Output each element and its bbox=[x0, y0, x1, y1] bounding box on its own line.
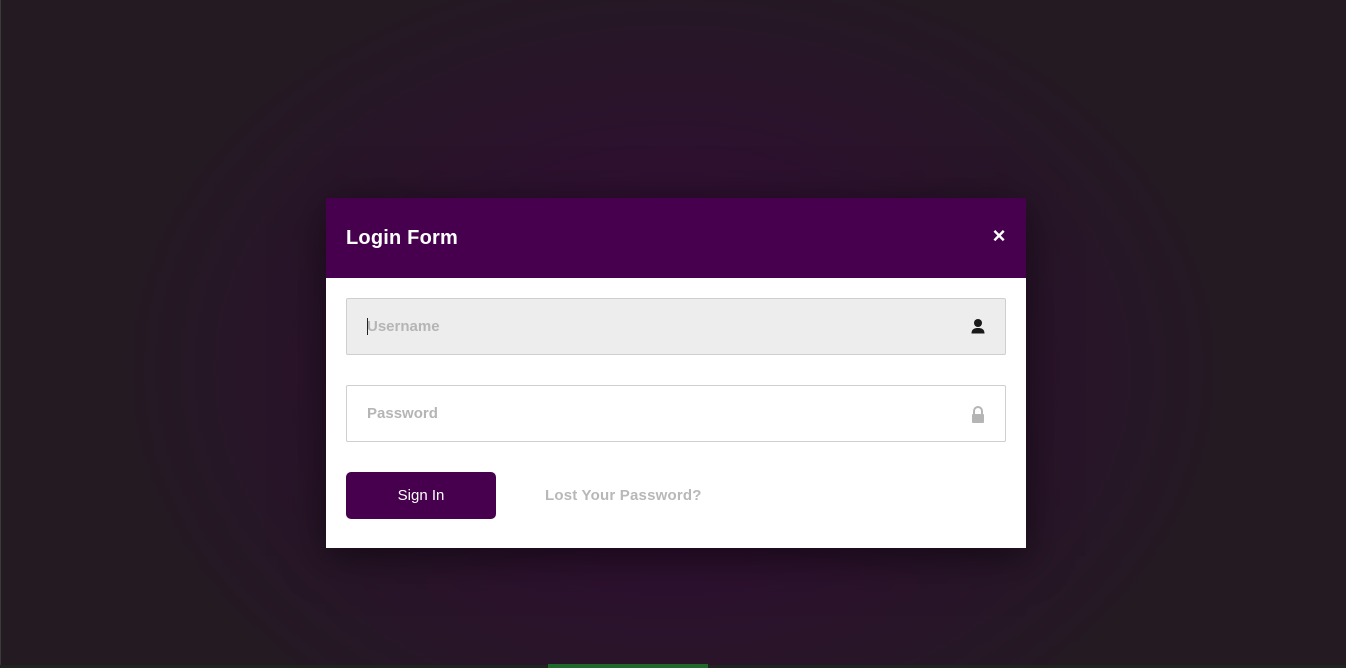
lock-icon bbox=[972, 406, 984, 423]
lost-password-link[interactable]: Lost Your Password? bbox=[545, 486, 702, 506]
sign-in-button[interactable]: Sign In bbox=[346, 472, 496, 519]
page-left-edge bbox=[0, 0, 1, 668]
close-button[interactable]: × bbox=[988, 224, 1010, 248]
modal-title: Login Form bbox=[346, 227, 458, 249]
username-field[interactable] bbox=[346, 298, 1006, 355]
page-bottom-accent bbox=[548, 664, 708, 668]
text-cursor bbox=[367, 318, 368, 335]
username-input[interactable] bbox=[347, 299, 967, 354]
login-modal: Login Form × Sign In Lost Your Password? bbox=[326, 198, 1026, 548]
modal-header: Login Form × bbox=[326, 198, 1026, 278]
user-icon bbox=[971, 319, 985, 334]
password-field[interactable] bbox=[346, 385, 1006, 442]
password-input[interactable] bbox=[347, 386, 967, 441]
